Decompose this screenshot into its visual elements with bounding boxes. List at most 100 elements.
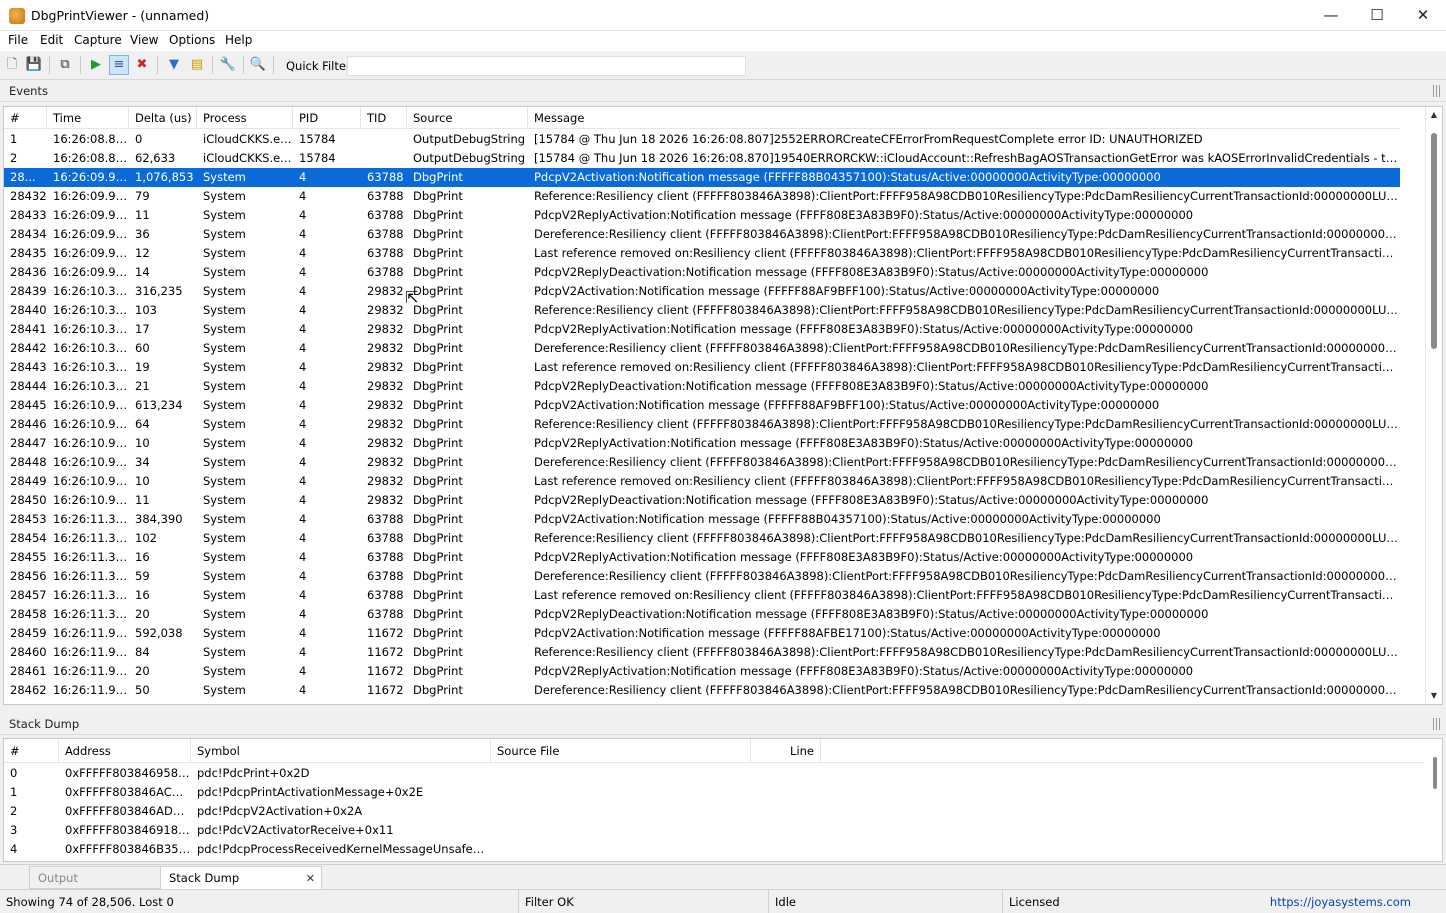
column-header-message[interactable]: Message [528,107,1400,129]
cell-pid: 4 [299,417,307,431]
table-row[interactable]: 28432 16:26:09.947 79 System 4 63788 DbgPrint R… [4,187,1400,206]
close-icon[interactable]: ✕ [306,867,315,890]
column-header-time[interactable]: Time [47,107,129,129]
table-row[interactable]: 28459 16:26:11.971 592,038 System 4 11672 DbgP… [4,624,1400,643]
table-row[interactable]: 28450 16:26:10.959 11 System 4 29832 DbgPrint P… [4,491,1400,510]
column-header-symbol[interactable]: Symbol [191,739,491,763]
search-icon[interactable]: 🔍 [248,55,268,75]
column-header-tid[interactable]: TID [361,107,407,129]
table-row[interactable]: 1 16:26:08.808 0 iCloudCKKS.exe 15784 OutputD… [4,130,1400,149]
filter-icon[interactable]: ▼ [164,55,184,75]
table-row[interactable]: 28440 16:26:10.346 103 System 4 29832 DbgPrint… [4,301,1400,320]
menu-help[interactable]: Help [225,33,252,47]
table-row[interactable]: 28439 16:26:10.346 316,235 System 4 29832 DbgP… [4,282,1400,301]
scroll-thumb[interactable] [1431,133,1437,349]
table-row[interactable]: 28461 16:26:11.971 20 System 4 11672 DbgPrint P… [4,662,1400,681]
column-header-process[interactable]: Process [197,107,293,129]
list-item[interactable]: 3 0xFFFFF80384691815 pdc!PdcV2ActivatorRec… [4,821,1424,840]
table-row[interactable]: 28460 16:26:11.971 84 System 4 11672 DbgPrint R… [4,643,1400,662]
cell-source: DbgPrint [413,170,463,184]
table-row[interactable]: 28446 16:26:10.959 64 System 4 29832 DbgPrint R… [4,415,1400,434]
list-item[interactable]: 1 0xFFFFF803846ACAB2 pdc!PdcpPrintActivati… [4,783,1424,802]
table-row[interactable]: 28449 16:26:10.959 10 System 4 29832 DbgPrint L… [4,472,1400,491]
table-row[interactable]: 28456 16:26:11.379 59 System 4 63788 DbgPrint D… [4,567,1400,586]
column-header-source[interactable]: Source [407,107,528,129]
column-header-index[interactable]: # [4,107,47,129]
cell-message: PdcpV2ReplyActivation:Notification messa… [534,436,1194,450]
cell-tid: 29832 [367,398,404,412]
list-item[interactable]: 0 0xFFFFF80384695805 pdc!PdcPrint+0x2D [4,764,1424,783]
table-row[interactable]: 28453 16:26:11.379 384,390 System 4 63788 DbgP… [4,510,1400,529]
status-filter: Filter OK [519,890,769,913]
cell-index: 28458 [10,607,47,621]
stack-grid[interactable]: # Address Symbol Source File Line 0 0xFFF… [3,738,1443,862]
column-header-line[interactable]: Line [751,739,821,763]
website-link[interactable]: https://joyasystems.com [1270,890,1411,913]
quick-filter-input[interactable] [347,56,746,76]
tab-output[interactable]: Output [29,866,161,889]
column-header-delta[interactable]: Delta (us) [129,107,197,129]
table-row[interactable]: 28455 16:26:11.379 16 System 4 63788 DbgPrint P… [4,548,1400,567]
save-icon[interactable]: 💾 [24,55,44,75]
cell-source: DbgPrint [413,626,463,640]
list-item[interactable]: 4 0xFFFFF803846B3586 pdc!PdcpProcessReceiv… [4,840,1424,859]
table-row[interactable]: 28435 16:26:09.947 12 System 4 63788 DbgPrint L… [4,244,1400,263]
events-scrollbar[interactable]: ▲ ▼ [1425,107,1442,704]
minimize-button[interactable]: — [1308,0,1354,31]
highlight-icon[interactable]: ▤ [187,55,207,75]
table-row[interactable]: 28444 16:26:10.346 21 System 4 29832 DbgPrint P… [4,377,1400,396]
cell-source: DbgPrint [413,208,463,222]
table-row[interactable]: 28458 16:26:11.379 20 System 4 63788 DbgPrint P… [4,605,1400,624]
panel-grip-icon[interactable] [1433,85,1440,97]
column-header-frame[interactable]: # [4,739,59,763]
table-row[interactable]: 28... 16:26:09.947 1,076,853 System 4 63788 Db… [4,168,1400,187]
table-row[interactable]: 28436 16:26:09.947 14 System 4 63788 DbgPrint P… [4,263,1400,282]
column-header-source-file[interactable]: Source File [491,739,751,763]
toolbar-separator [212,56,213,74]
tab-stack-dump[interactable]: Stack Dump ✕ [160,866,322,889]
cell-source: DbgPrint [413,455,463,469]
close-window-button[interactable]: ✕ [1400,0,1446,31]
new-icon[interactable]: 🗋 [2,55,22,75]
menu-bar: File Edit Capture View Options Help [0,31,1446,51]
cell-process: System [203,569,246,583]
stack-scrollbar[interactable] [1428,739,1442,861]
menu-file[interactable]: File [8,33,28,47]
cell-delta: 50 [135,683,150,697]
maximize-button[interactable]: ☐ [1354,0,1400,31]
table-row[interactable]: 28442 16:26:10.346 60 System 4 29832 DbgPrint D… [4,339,1400,358]
cell-pid: 4 [299,341,307,355]
clear-icon[interactable]: ✖ [132,55,152,75]
scroll-down-icon[interactable]: ▼ [1426,688,1442,704]
column-header-pid[interactable]: PID [293,107,361,129]
scroll-up-icon[interactable]: ▲ [1426,107,1442,123]
toolbar-separator [273,56,274,74]
table-row[interactable]: 28462 16:26:11.971 50 System 4 11672 DbgPrint D… [4,681,1400,700]
table-row[interactable]: 28454 16:26:11.379 102 System 4 63788 DbgPrint… [4,529,1400,548]
menu-capture[interactable]: Capture [74,33,122,47]
cell-delta: 14 [135,265,150,279]
table-row[interactable]: 28433 16:26:09.947 11 System 4 63788 DbgPrint P… [4,206,1400,225]
cell-source: DbgPrint [413,531,463,545]
panel-grip-icon[interactable] [1433,718,1440,730]
menu-edit[interactable]: Edit [40,33,63,47]
scroll-thumb[interactable] [1433,757,1437,789]
events-grid[interactable]: # Time Delta (us) Process PID TID Source… [3,106,1443,705]
table-row[interactable]: 2 16:26:08.870 62,633 iCloudCKKS.exe 15784 Ou… [4,149,1400,168]
table-row[interactable]: 28447 16:26:10.959 10 System 4 29832 DbgPrint P… [4,434,1400,453]
autoscroll-icon[interactable]: ≡ [109,55,129,75]
menu-options[interactable]: Options [169,33,215,47]
play-icon[interactable]: ▶ [86,55,106,75]
list-item[interactable]: 2 0xFFFFF803846AD42A pdc!PdcpV2Activation+… [4,802,1424,821]
table-row[interactable]: 28448 16:26:10.959 34 System 4 29832 DbgPrint D… [4,453,1400,472]
table-row[interactable]: 28441 16:26:10.346 17 System 4 29832 DbgPrint P… [4,320,1400,339]
table-row[interactable]: 28434 16:26:09.947 36 System 4 63788 DbgPrint D… [4,225,1400,244]
table-row[interactable]: 28443 16:26:10.346 19 System 4 29832 DbgPrint L… [4,358,1400,377]
column-header-address[interactable]: Address [59,739,191,763]
copy-icon[interactable]: ⧉ [55,55,75,75]
table-row[interactable]: 28445 16:26:10.959 613,234 System 4 29832 DbgP… [4,396,1400,415]
wrench-icon[interactable]: 🔧 [218,55,238,75]
table-row[interactable]: 28457 16:26:11.379 16 System 4 63788 DbgPrint L… [4,586,1400,605]
menu-view[interactable]: View [130,33,158,47]
window-title: DbgPrintViewer - (unnamed) [31,8,210,23]
